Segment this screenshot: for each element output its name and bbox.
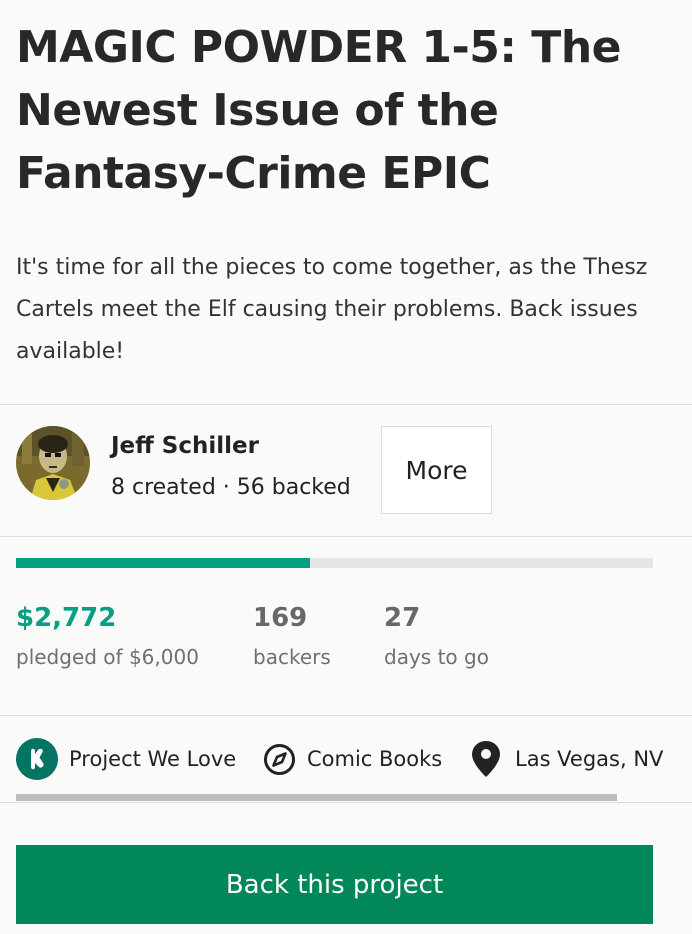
- tag-label: Project We Love: [69, 747, 237, 771]
- divider-creator: [0, 536, 692, 537]
- pledged-goal-label: pledged of $6,000: [16, 645, 199, 669]
- tag-label: Las Vegas, NV: [515, 747, 664, 771]
- days-to-go-label: days to go: [384, 645, 489, 669]
- project-blurb: It's time for all the pieces to come tog…: [16, 255, 648, 364]
- tag-category-comic-books[interactable]: Comic Books: [263, 738, 442, 780]
- funding-progress-bar: [16, 558, 653, 568]
- location-pin-icon: [472, 741, 500, 777]
- back-this-project-button[interactable]: Back this project: [16, 845, 653, 924]
- project-title: MAGIC POWDER 1-5: The Newest Issue of th…: [16, 22, 621, 199]
- avatar[interactable]: [16, 426, 90, 500]
- kickstarter-badge-icon: [16, 738, 58, 780]
- project-tags[interactable]: Project We Love Comic Books Las Vegas, N…: [0, 716, 692, 802]
- tag-location[interactable]: Las Vegas, NV: [472, 738, 663, 780]
- funding-progress-fill: [16, 558, 311, 568]
- backers-count: 169: [253, 603, 308, 633]
- creator-section: Jeff Schiller 8 created · 56 backed More: [0, 405, 692, 536]
- tag-project-we-love[interactable]: Project We Love: [16, 738, 236, 780]
- days-to-go-count: 27: [384, 603, 421, 633]
- more-button[interactable]: More: [381, 426, 492, 514]
- tag-label: Comic Books: [307, 747, 443, 771]
- backers-label: backers: [253, 645, 331, 669]
- creator-stats: 8 created · 56 backed: [111, 475, 351, 500]
- pledged-amount: $2,772: [16, 603, 117, 633]
- divider-tags: [0, 802, 692, 803]
- compass-icon: [263, 743, 296, 776]
- creator-name[interactable]: Jeff Schiller: [111, 433, 259, 459]
- tags-scrollbar[interactable]: [16, 794, 617, 801]
